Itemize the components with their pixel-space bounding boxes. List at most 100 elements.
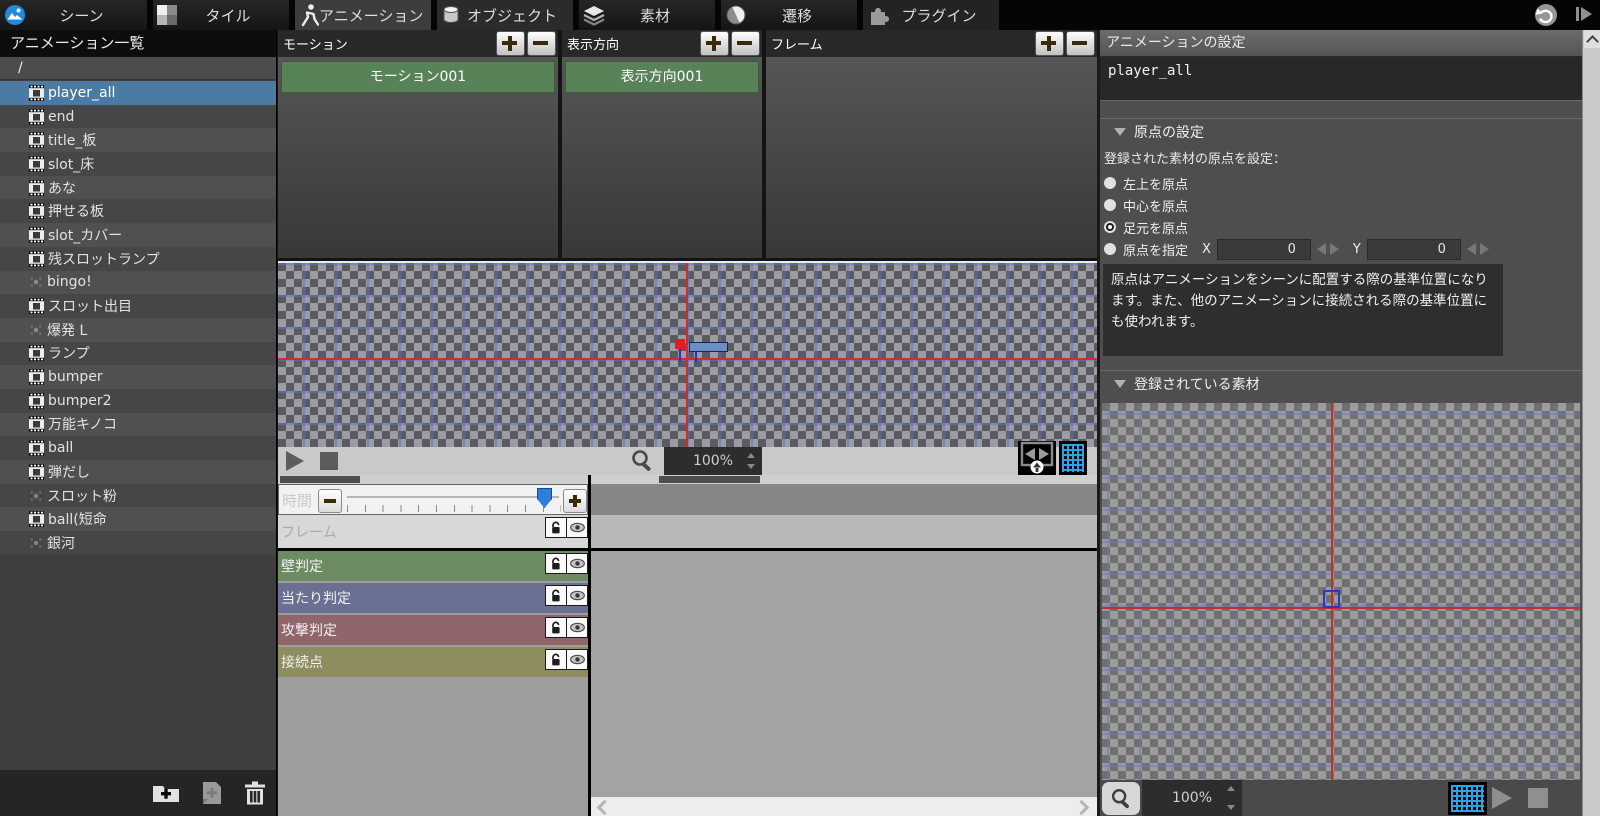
animation-list-item[interactable]: 銀河 — [0, 531, 276, 555]
delete-icon[interactable] — [244, 781, 266, 805]
lock-icon[interactable] — [545, 517, 567, 538]
stepper-right-icon[interactable] — [1329, 243, 1339, 255]
animation-list-root[interactable]: / — [0, 57, 276, 80]
stepper-left-icon[interactable] — [1466, 243, 1476, 255]
frame-add-button[interactable] — [1035, 31, 1064, 56]
timeline-row-frame[interactable]: フレーム — [278, 515, 588, 548]
fit-view-icon[interactable] — [1018, 441, 1056, 475]
animation-list-item[interactable]: 弾だし — [0, 460, 276, 484]
zoom-spinner-up-icon[interactable] — [1227, 786, 1235, 791]
preview-sprite-outline[interactable] — [1323, 590, 1340, 608]
scroll-right-icon[interactable] — [1073, 799, 1090, 816]
animation-list-item[interactable]: 万能キノコ — [0, 412, 276, 437]
animation-list-item[interactable]: ball(短命 — [0, 507, 276, 532]
radio-icon[interactable] — [1104, 199, 1116, 211]
timeline-row-2[interactable]: 当たり判定 — [278, 583, 588, 613]
animation-list-item[interactable]: 爆発 L — [0, 317, 276, 342]
animation-name-input[interactable]: player_all — [1100, 57, 1582, 101]
motion-remove-button[interactable] — [527, 31, 556, 56]
preview-zoom-field[interactable]: 100% — [1142, 780, 1242, 816]
animation-list-item[interactable]: ランプ — [0, 341, 276, 366]
animation-list-item[interactable]: player_all — [0, 81, 276, 105]
tab-scene[interactable]: シーン — [0, 0, 147, 30]
timeline-track-area[interactable] — [591, 475, 1097, 816]
timeline-left-scrollbar[interactable] — [278, 475, 588, 484]
animation-list-item[interactable]: ball — [0, 436, 276, 460]
eye-icon[interactable] — [566, 517, 588, 538]
motion-item[interactable]: モーション001 — [281, 61, 555, 93]
timeline-right-scrollbar[interactable] — [591, 475, 1097, 484]
zoom-spinner-down-icon[interactable] — [747, 464, 755, 469]
time-zoom-in-button[interactable] — [563, 489, 587, 513]
timeline-row-1[interactable]: 壁判定 — [278, 551, 588, 581]
animation-list-item[interactable]: あな — [0, 175, 276, 200]
tab-material[interactable]: 素材 — [579, 0, 715, 30]
animation-list-item[interactable]: スロット粉 — [0, 483, 276, 508]
origin-y-input[interactable]: 0 — [1366, 238, 1461, 260]
motion-add-button[interactable] — [496, 31, 525, 56]
direction-item[interactable]: 表示方向001 — [565, 61, 759, 93]
animation-list-item[interactable]: スロット出目 — [0, 294, 276, 318]
lock-icon[interactable] — [545, 553, 567, 574]
track-horizontal-scrollbar[interactable] — [591, 797, 1097, 816]
play-icon[interactable] — [1492, 787, 1512, 809]
origin-option-2[interactable]: 足元を原点 — [1104, 216, 1489, 238]
sprite-selection[interactable] — [689, 342, 728, 352]
animation-list-item[interactable]: bumper — [0, 365, 276, 389]
stop-icon[interactable] — [1528, 788, 1548, 808]
radio-icon[interactable] — [1104, 221, 1116, 233]
eye-icon[interactable] — [566, 553, 588, 574]
origin-option-3[interactable]: 原点を指定 X 0 Y 0 — [1104, 238, 1489, 260]
time-zoom-out-button[interactable] — [318, 489, 342, 513]
animation-list-item[interactable]: slot_カバー — [0, 223, 276, 247]
tab-plugin[interactable]: プラグイン — [863, 0, 999, 30]
materials-preview-canvas[interactable] — [1102, 403, 1580, 780]
zoom-spinner-up-icon[interactable] — [747, 453, 755, 458]
tab-tile[interactable]: タイル — [153, 0, 289, 30]
animation-list-item[interactable]: bumper2 — [0, 388, 276, 413]
zoom-level-field[interactable]: 100% — [664, 447, 762, 475]
origin-option-1[interactable]: 中心を原点 — [1104, 194, 1489, 216]
tab-transition[interactable]: 遷移 — [721, 0, 857, 30]
add-animation-icon[interactable] — [202, 781, 222, 805]
stepper-left-icon[interactable] — [1316, 243, 1326, 255]
lock-icon[interactable] — [545, 617, 567, 638]
time-slider-track[interactable] — [347, 496, 559, 498]
timeline-row-3[interactable]: 攻撃判定 — [278, 615, 588, 645]
grid-toggle-icon[interactable] — [1448, 782, 1487, 815]
timeline-row-4[interactable]: 接続点 — [278, 647, 588, 677]
origin-handle[interactable] — [675, 339, 685, 349]
animation-list-item[interactable]: end — [0, 104, 276, 129]
scrollbar-thumb[interactable] — [659, 476, 760, 483]
undo-icon[interactable] — [1534, 3, 1558, 27]
lock-icon[interactable] — [545, 585, 567, 606]
animation-list-item[interactable]: slot_床 — [0, 152, 276, 176]
scroll-up-icon[interactable] — [1584, 30, 1600, 48]
settings-scrollbar[interactable] — [1582, 30, 1600, 816]
origin-option-0[interactable]: 左上を原点 — [1104, 172, 1489, 194]
stop-icon[interactable] — [320, 452, 338, 470]
tab-animation[interactable]: アニメーション — [295, 0, 431, 30]
stepper-right-icon[interactable] — [1479, 243, 1489, 255]
origin-x-input[interactable]: 0 — [1216, 238, 1311, 260]
animation-canvas[interactable] — [278, 261, 1097, 447]
add-folder-icon[interactable] — [152, 783, 180, 803]
step-forward-icon[interactable] — [1574, 3, 1594, 27]
tab-object[interactable]: オブジェクト — [437, 0, 573, 30]
eye-icon[interactable] — [566, 649, 588, 670]
animation-list-item[interactable]: bingo! — [0, 270, 276, 295]
animation-list-item[interactable]: 残スロットランプ — [0, 246, 276, 271]
radio-icon[interactable] — [1104, 177, 1116, 189]
eye-icon[interactable] — [566, 585, 588, 606]
grid-toggle-icon[interactable] — [1059, 441, 1087, 475]
animation-list-item[interactable]: 押せる板 — [0, 199, 276, 224]
play-icon[interactable] — [286, 451, 304, 471]
radio-icon[interactable] — [1104, 243, 1116, 255]
direction-remove-button[interactable] — [731, 31, 760, 56]
lock-icon[interactable] — [545, 649, 567, 670]
frame-remove-button[interactable] — [1066, 31, 1095, 56]
scroll-left-icon[interactable] — [596, 799, 613, 816]
scrollbar-thumb[interactable] — [280, 476, 360, 483]
zoom-spinner-down-icon[interactable] — [1227, 805, 1235, 810]
origin-section-header[interactable]: 原点の設定 — [1100, 118, 1582, 145]
